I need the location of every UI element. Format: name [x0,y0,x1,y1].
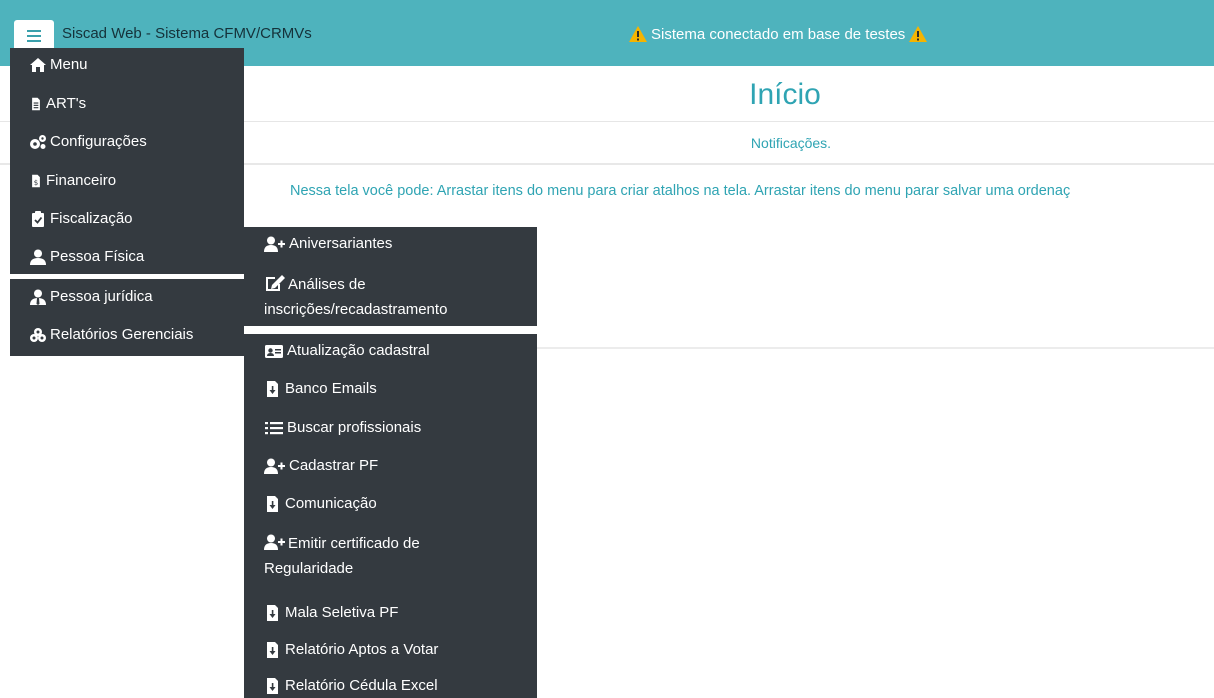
test-banner-text: Sistema conectado em base de testes [651,25,906,43]
instructions-text: Nessa tela você pode: Arrastar itens do … [290,183,1071,199]
sidebar-item-label: Menu [50,56,88,73]
submenu-item-emitir-certificado[interactable]: Emitir certificado de Regularidade [264,531,420,581]
edit-icon [264,275,286,291]
submenu-item-relatorio-cedula-excel[interactable]: Relatório Cédula Excel [264,677,438,694]
submenu-item-atualizacao-cadastral[interactable]: Atualização cadastral [264,342,430,359]
submenu-item-label: Mala Seletiva PF [285,604,399,621]
sidebar-item-label: Fiscalização [50,210,133,227]
submenu-item-label: Banco Emails [285,380,377,397]
sidebar-item-pessoa-juridica[interactable]: Pessoa jurídica [29,288,153,305]
cubes-icon [29,327,47,343]
submenu-item-mala-seletiva-pf[interactable]: Mala Seletiva PF [264,604,398,621]
home-icon [29,57,47,73]
sidebar-item-pessoa-fisica[interactable]: Pessoa Física [29,248,144,265]
submenu-item-label: Análises de [288,276,366,293]
submenu-item-label: Emitir certificado de [288,535,420,552]
submenu-item-aniversariantes[interactable]: Aniversariantes [264,235,392,252]
gears-icon [29,134,47,150]
sidebar-item-label: Relatórios Gerenciais [50,326,194,343]
warning-icon [908,25,928,43]
submenu-item-analises[interactable]: Análises de inscrições/recadastramento [264,272,447,322]
hamburger-line [27,40,41,42]
warning-icon [628,25,648,43]
submenu-item-label: Relatório Cédula Excel [285,677,438,694]
sidebar-item-configuracoes[interactable]: Configurações [29,133,147,150]
submenu-item-comunicacao[interactable]: Comunicação [264,495,377,512]
hamburger-line [27,30,41,32]
sidebar-item-label: ART's [46,95,87,112]
submenu-item-label: Atualização cadastral [287,342,430,359]
user-tie-icon [29,289,47,305]
menu-separator [244,326,537,334]
submenu-item-label: Cadastrar PF [289,457,379,474]
test-environment-banner: Sistema conectado em base de testes [628,25,928,43]
sidebar-item-label: Configurações [50,133,147,150]
submenu-item-label: Buscar profissionais [287,419,422,436]
hamburger-line [27,35,41,37]
sidebar-item-relatorios-gerenciais[interactable]: Relatórios Gerenciais [29,326,193,343]
sidebar-item-financeiro[interactable]: Financeiro [29,172,116,189]
sidebar-item-fiscalizacao[interactable]: Fiscalização [29,210,133,227]
file-download-icon [264,678,282,694]
user-icon [29,249,47,265]
submenu-item-relatorio-aptos-votar[interactable]: Relatório Aptos a Votar [264,641,438,658]
sidebar-item-label: Pessoa jurídica [50,288,153,305]
sidebar-item-label: Pessoa Física [50,248,145,265]
list-icon [264,420,284,436]
user-plus-icon [264,458,286,474]
submenu-item-label: Regularidade [264,560,354,577]
clipboard-check-icon [29,211,47,227]
submenu-item-label: Aniversariantes [289,235,393,252]
file-download-icon [264,381,282,397]
user-plus-icon [264,534,286,550]
submenu-item-label: Relatório Aptos a Votar [285,641,439,658]
submenu-item-cadastrar-pf[interactable]: Cadastrar PF [264,457,378,474]
file-invoice-icon [29,173,43,189]
file-download-icon [264,496,282,512]
menu-separator [10,274,244,279]
user-plus-icon [264,236,286,252]
submenu-item-label: Comunicação [285,495,377,512]
submenu-item-banco-emails[interactable]: Banco Emails [264,380,377,397]
id-card-icon [264,343,284,359]
submenu-item-buscar-profissionais[interactable]: Buscar profissionais [264,419,421,436]
app-title: Siscad Web - Sistema CFMV/CRMVs [62,25,312,42]
sidebar-item-arts[interactable]: ART's [29,95,86,112]
file-download-icon [264,605,282,621]
file-icon [29,96,43,112]
submenu-item-label: inscrições/recadastramento [264,301,448,318]
file-download-icon [264,642,282,658]
sidebar-item-menu[interactable]: Menu [29,56,88,73]
divider [537,347,1214,349]
sidebar-item-label: Financeiro [46,172,117,189]
